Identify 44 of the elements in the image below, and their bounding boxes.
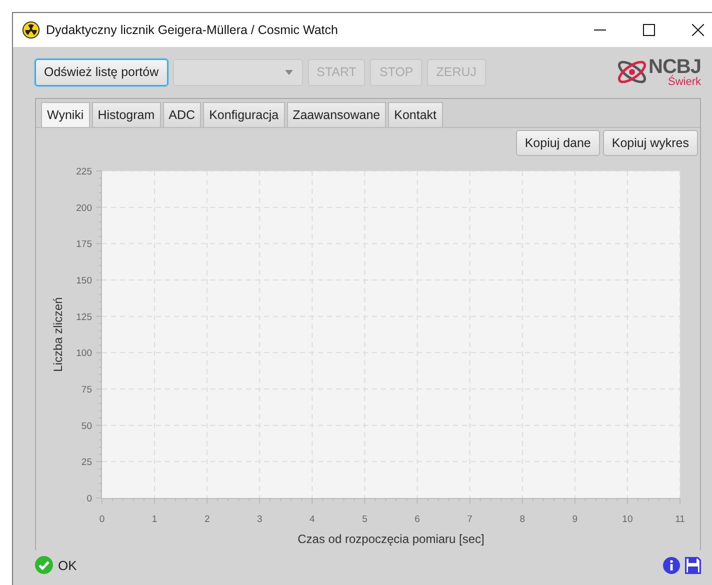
y-tick-label: 50	[81, 420, 92, 432]
close-icon[interactable]	[692, 24, 704, 36]
refresh-ports-button[interactable]: Odśwież listę portów	[35, 58, 168, 86]
y-tick-label: 200	[76, 202, 92, 214]
tab[interactable]: Zaawansowane	[286, 102, 386, 127]
y-tick-label: 100	[76, 348, 92, 360]
y-tick-label: 75	[81, 384, 92, 396]
x-tick-label: 5	[362, 514, 368, 525]
save-icon[interactable]	[685, 556, 701, 574]
logo-name: NCBJ	[648, 56, 701, 76]
y-tick-label: 0	[86, 494, 92, 504]
x-tick-label: 0	[99, 514, 105, 525]
y-tick-label: 125	[76, 312, 92, 323]
y-axis-title: Liczba zliczeń	[51, 297, 65, 372]
x-tick-label: 7	[467, 514, 472, 525]
caret-icon	[284, 70, 293, 74]
window-title: Dydaktyczny licznik Geigera-Müllera / Cosmic Watch	[46, 23, 338, 37]
status-text: OK	[58, 558, 77, 572]
x-tick-label: 8	[520, 514, 525, 525]
x-tick-label: 10	[622, 514, 633, 525]
y-tick-label: 25	[81, 457, 92, 468]
logo-place: Świerk	[668, 76, 701, 88]
x-tick-label: 11	[675, 514, 685, 525]
x-tick-label: 4	[310, 514, 315, 525]
info-icon[interactable]	[663, 556, 680, 574]
y-tick-label: 225	[76, 166, 92, 178]
x-tick-label: 9	[572, 514, 578, 525]
x-tick-label: 1	[152, 514, 158, 525]
tab[interactable]: Wyniki	[41, 102, 90, 127]
y-tick-label: 175	[76, 239, 92, 250]
tab[interactable]: ADC	[162, 102, 202, 127]
maximize-icon[interactable]	[643, 24, 655, 36]
x-tick-label: 3	[257, 514, 262, 525]
x-axis-title: Czas od rozpoczęcia pomiaru [sec]	[298, 532, 484, 546]
tab[interactable]: Konfiguracja	[203, 102, 285, 127]
y-tick-label: 150	[76, 276, 92, 286]
x-tick-label: 2	[204, 514, 210, 525]
tab[interactable]: Histogram	[92, 102, 161, 127]
copy-button[interactable]: Kopiuj dane	[516, 130, 600, 156]
copy-button[interactable]: Kopiuj wykres	[602, 130, 698, 156]
tab[interactable]: Kontakt	[388, 102, 443, 127]
x-tick-label: 6	[414, 514, 420, 525]
check-icon	[35, 556, 53, 574]
radiation-icon	[22, 21, 40, 39]
